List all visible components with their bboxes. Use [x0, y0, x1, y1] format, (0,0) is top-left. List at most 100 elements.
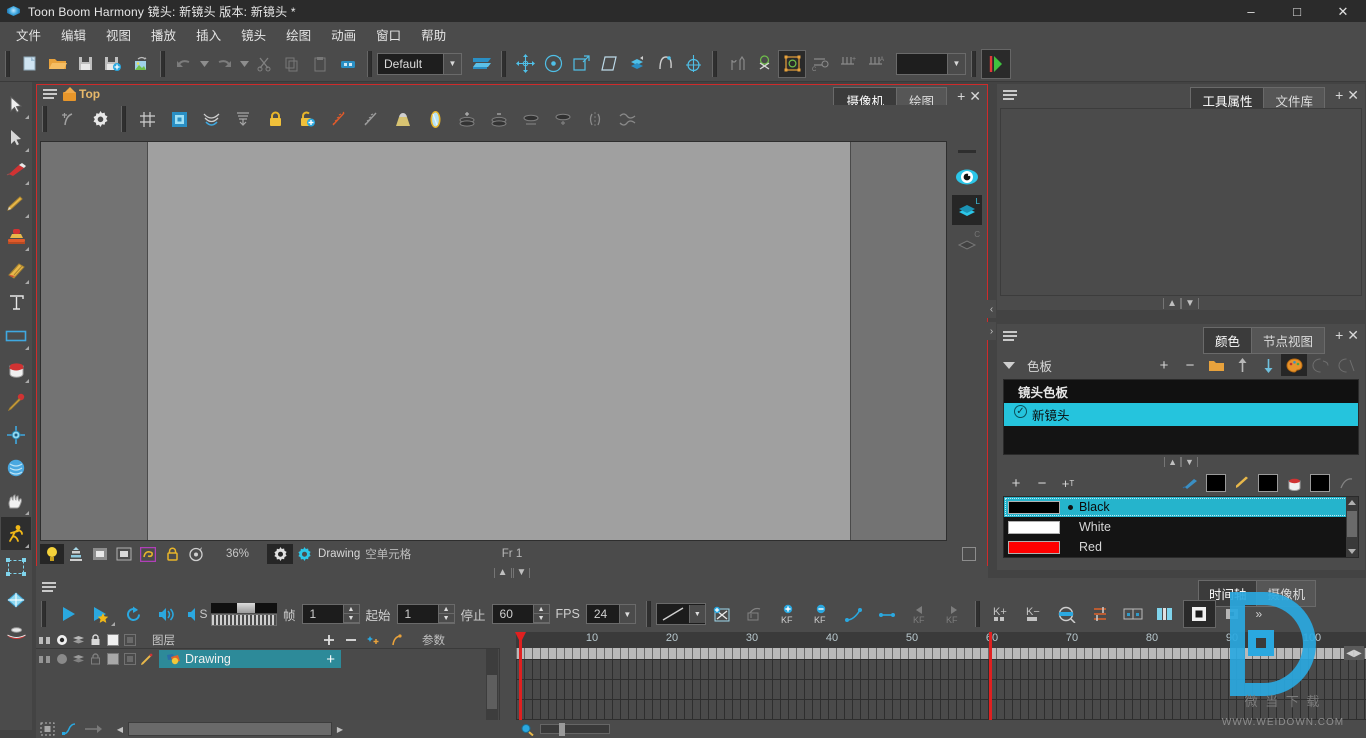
chevron-down-icon-2[interactable]: ▼	[947, 53, 965, 74]
skew-tool-icon[interactable]	[595, 50, 623, 78]
row-layers-icon[interactable]	[72, 653, 85, 666]
scrollbar-thumb[interactable]	[1347, 511, 1357, 537]
add-peg-layer-icon[interactable]	[739, 600, 772, 628]
brush-tool[interactable]	[1, 154, 31, 187]
paint-bucket-tool[interactable]	[1, 352, 31, 385]
reset-zoom-icon[interactable]: C	[806, 50, 834, 78]
open-scene-icon[interactable]	[43, 50, 71, 78]
translate-tool-icon[interactable]	[511, 50, 539, 78]
link-palette-icon[interactable]	[1307, 354, 1333, 376]
row-colour-icon[interactable]	[106, 653, 119, 666]
add-peg-icon[interactable]	[52, 106, 84, 132]
paint-swatch-icon[interactable]	[1281, 472, 1307, 494]
show-strokes-icon[interactable]	[323, 106, 355, 132]
sound-scrub-button[interactable]: S	[183, 600, 211, 628]
row-lock-icon[interactable]	[89, 653, 102, 666]
scroll-down-icon[interactable]	[1348, 549, 1356, 554]
close-colour-panel-icon[interactable]: ✕	[1347, 327, 1359, 344]
palette-list[interactable]: 镜头色板 ✓ 新镜头	[1003, 379, 1359, 455]
swap-exposure-icon[interactable]	[1084, 600, 1117, 628]
stop-field[interactable]: 60 ▲ ▼	[491, 604, 550, 624]
cutter-select-tool[interactable]	[1, 121, 31, 154]
fps-field[interactable]: 24 ▼	[585, 604, 636, 624]
cut-icon[interactable]	[250, 50, 278, 78]
ease-curve-icon[interactable]	[838, 600, 871, 628]
remove-key-exposure-icon[interactable]: K−	[1018, 600, 1051, 628]
palette-list-splitter[interactable]: ▲ ▼	[1003, 455, 1359, 468]
pivot-tool-icon[interactable]	[679, 50, 707, 78]
pal-splitter-up-icon[interactable]: ▲	[1164, 456, 1181, 467]
toolbar-grip-3[interactable]	[367, 50, 372, 77]
flip-tool-icon[interactable]	[623, 50, 651, 78]
layer-name-cell[interactable]: Drawing +	[159, 650, 341, 668]
add-colour-panel-icon[interactable]: +	[1335, 327, 1343, 344]
empty-combo[interactable]: ▼	[896, 52, 966, 75]
palette-list-item[interactable]: ✓ 新镜头	[1004, 403, 1358, 426]
panel-menu-icon[interactable]	[43, 89, 57, 101]
add-peg-timeline-icon[interactable]	[386, 634, 404, 647]
paint-colour-chip[interactable]	[1310, 474, 1330, 492]
colour-panel-menu-icon[interactable]	[1003, 331, 1017, 343]
smooth-editor-tool[interactable]	[1, 451, 31, 484]
show-manipulator-icon[interactable]	[778, 49, 806, 78]
splitter-up-icon[interactable]: ▲	[493, 568, 512, 578]
keyframe-toolbar-grip[interactable]	[645, 601, 651, 627]
move-palette-down-icon[interactable]	[1255, 354, 1281, 376]
thumbnail-view-icon[interactable]	[1216, 600, 1249, 628]
rp-splitter-up-icon[interactable]: ▲	[1163, 297, 1181, 309]
grid-icon[interactable]	[131, 106, 163, 132]
fps-dropdown[interactable]: ▼	[618, 605, 635, 623]
pencil-swatch-icon[interactable]	[1229, 472, 1255, 494]
playback-toolbar-grip[interactable]	[41, 601, 46, 627]
timeline-scene-end-marker[interactable]	[989, 632, 992, 720]
camera-toolbar-grip-2[interactable]	[121, 106, 126, 132]
close-button[interactable]: ✕	[1320, 0, 1366, 22]
row-thumbnail-icon[interactable]	[123, 653, 136, 666]
text-tool[interactable]	[1, 286, 31, 319]
toolbar-overflow-icon[interactable]: »	[1249, 600, 1269, 628]
sound-button[interactable]	[150, 600, 183, 628]
hand-tool[interactable]	[1, 484, 31, 517]
show-params-icon[interactable]	[80, 723, 106, 735]
unlock-add-icon[interactable]	[291, 106, 323, 132]
add-view-icon[interactable]: +	[957, 88, 965, 105]
light-table-icon[interactable]	[163, 106, 195, 132]
timeline-track-area[interactable]: 10 20 30 40 50 60 70 80 90 100 ◀▶	[516, 632, 1366, 738]
rp-splitter-down-icon[interactable]: ▼	[1181, 297, 1199, 309]
timeline-menu-icon[interactable]	[42, 582, 56, 594]
hide-strokes-icon[interactable]	[355, 106, 387, 132]
zoom-tool[interactable]	[1, 616, 31, 649]
menu-item-view[interactable]: 视图	[96, 22, 141, 47]
extend-exposure-icon[interactable]	[1051, 600, 1084, 628]
export-render-icon[interactable]	[127, 50, 155, 78]
menu-item-animation[interactable]: 动画	[321, 22, 366, 47]
scroll-up-icon[interactable]	[1348, 500, 1356, 505]
colour-row-red[interactable]: Red	[1004, 537, 1358, 557]
timeline-layers-vscrollbar[interactable]	[486, 649, 498, 720]
hscroll-left-icon[interactable]: ◀	[112, 722, 128, 736]
tools-icon[interactable]	[722, 50, 750, 78]
show-function-curves-icon[interactable]	[58, 722, 80, 736]
row-pencil-icon[interactable]	[140, 653, 153, 666]
undo-icon[interactable]	[170, 50, 198, 78]
close-panel-icon[interactable]: ✕	[1347, 87, 1359, 104]
copy-icon[interactable]	[278, 50, 306, 78]
unlink-palette-icon[interactable]	[1333, 354, 1359, 376]
prev-keyframe-icon[interactable]: KF	[904, 600, 937, 628]
loop-button[interactable]	[117, 600, 150, 628]
spotlight-icon[interactable]	[387, 106, 419, 132]
brush-colour-chip[interactable]	[1206, 474, 1226, 492]
add-text-colour-icon[interactable]: + T	[1055, 472, 1081, 494]
menu-item-play[interactable]: 播放	[141, 22, 186, 47]
add-keyframe-tl-icon[interactable]: KF	[772, 600, 805, 628]
morph-tool[interactable]	[1, 583, 31, 616]
col-lock-icon[interactable]	[89, 634, 102, 647]
hscroll-right-icon[interactable]: ▶	[332, 722, 348, 736]
remove-layer-icon[interactable]	[342, 634, 360, 647]
center-on-selection-icon[interactable]	[36, 722, 58, 736]
layers-outline-icon[interactable]: C	[952, 228, 982, 258]
toggle-animate-icon[interactable]	[706, 600, 739, 628]
tool-properties-splitter[interactable]: ▲ ▼	[997, 296, 1365, 310]
maximize-button[interactable]: □	[1274, 0, 1320, 22]
scene-settings-icon[interactable]	[468, 50, 496, 78]
